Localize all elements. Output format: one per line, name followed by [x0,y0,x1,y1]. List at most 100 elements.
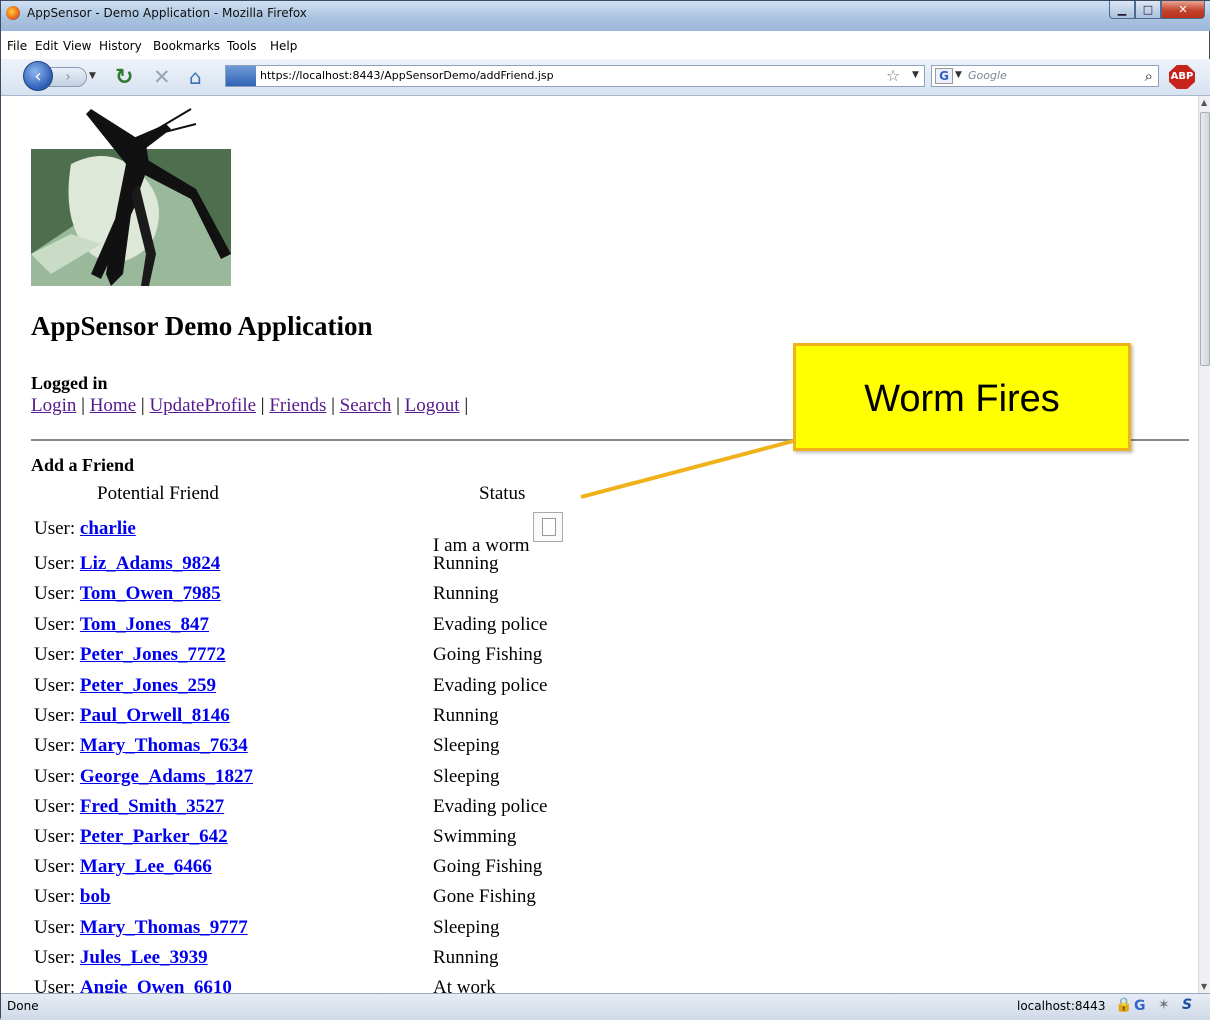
friend-link[interactable]: Peter_Jones_7772 [80,644,226,665]
friend-link[interactable]: Mary_Lee_6466 [80,856,212,877]
user-cell: User: Tom_Jones_847 [34,614,209,636]
status-host: localhost:8443 [1017,999,1106,1013]
menu-bookmarks[interactable]: Bookmarks [153,39,220,53]
column-header-status: Status [479,483,526,504]
friend-link[interactable]: Fred_Smith_3527 [80,796,224,817]
search-bar[interactable]: G ▼ Google ⌕ [931,65,1159,87]
friend-link[interactable]: Tom_Owen_7985 [80,583,221,604]
home-link[interactable]: Home [90,395,136,416]
friend-link[interactable]: charlie [80,518,136,539]
status-text: Running [433,947,499,968]
forward-button[interactable]: › [49,67,87,87]
user-prefix: User: [34,518,80,539]
user-prefix: User: [34,735,80,756]
logout-link[interactable]: Logout [405,395,460,416]
status-text: At work [433,977,496,993]
addon-icon[interactable]: S [1182,997,1192,1013]
login-link[interactable]: Login [31,395,76,416]
friend-link[interactable]: Liz_Adams_9824 [80,553,220,574]
user-prefix: User: [34,947,80,968]
menu-tools[interactable]: Tools [227,39,257,53]
url-dropdown-icon[interactable]: ▼ [912,70,919,80]
table-row: User: Tom_Jones_847 Evading police [34,614,734,644]
page-content: AppSensor Demo Application Logged in Log… [11,96,1198,993]
user-cell: User: Mary_Thomas_7634 [34,735,248,757]
user-prefix: User: [34,644,80,665]
friends-link[interactable]: Friends [269,395,326,416]
user-prefix: User: [34,977,80,993]
table-row: User: Mary_Thomas_9777 Sleeping [34,917,734,947]
lock-icon[interactable]: 🔒 [1115,997,1132,1013]
gmail-icon[interactable]: G [1134,998,1146,1014]
scroll-up-icon[interactable]: ▲ [1201,98,1207,107]
table-row: User: charlie I am a worm [34,512,734,556]
user-prefix: User: [34,614,80,635]
user-cell: User: Peter_Parker_642 [34,826,228,848]
menu-edit[interactable]: Edit [35,39,58,53]
search-link[interactable]: Search [340,395,392,416]
user-cell: User: Fred_Smith_3527 [34,796,224,818]
user-cell: User: Angie_Owen_6610 [34,977,232,993]
friend-link[interactable]: George_Adams_1827 [80,766,253,787]
table-row: User: bob Gone Fishing [34,886,734,916]
search-input[interactable]: Google [968,69,1007,82]
status-text: Running [433,705,499,726]
user-prefix: User: [34,826,80,847]
status-text: Running [433,583,499,604]
user-prefix: User: [34,917,80,938]
table-row: User: Liz_Adams_9824 Running [34,553,734,583]
search-engine-dropdown-icon[interactable]: ▼ [955,70,962,80]
user-cell: User: Peter_Jones_259 [34,675,216,697]
menu-help[interactable]: Help [270,39,297,53]
search-icon[interactable]: ⌕ [1145,67,1153,85]
menu-file[interactable]: File [7,39,27,53]
section-title: Add a Friend [31,455,135,475]
browser-window: AppSensor - Demo Application - Mozilla F… [0,0,1210,1020]
friend-link[interactable]: Mary_Thomas_7634 [80,735,248,756]
back-button[interactable]: ‹ [23,61,53,91]
table-row: User: Paul_Orwell_8146 Running [34,705,734,735]
reload-icon[interactable]: ↻ [115,65,133,90]
url-text[interactable]: https://localhost:8443/AppSensorDemo/add… [260,69,554,82]
stop-icon[interactable]: ✕ [153,65,171,89]
status-text: Evading police [433,675,548,696]
user-prefix: User: [34,796,80,817]
logo-image [31,108,231,286]
friend-link[interactable]: bob [80,886,111,907]
user-cell: User: George_Adams_1827 [34,766,253,788]
friend-link[interactable]: Paul_Orwell_8146 [80,705,230,726]
history-dropdown-icon[interactable]: ▼ [89,71,96,81]
table-row: User: Fred_Smith_3527 Evading police [34,796,734,826]
status-text: Done [7,999,39,1013]
address-bar[interactable]: https://localhost:8443/AppSensorDemo/add… [225,65,925,87]
maximize-button[interactable]: □ [1135,1,1161,19]
status-bar: Done localhost:8443 🔒 G ✶ S [1,993,1210,1020]
scrollbar-thumb[interactable] [1200,112,1210,366]
table-row: User: Mary_Lee_6466 Going Fishing [34,856,734,886]
friend-link[interactable]: Tom_Jones_847 [80,614,209,635]
friend-link[interactable]: Mary_Thomas_9777 [80,917,248,938]
friend-link[interactable]: Peter_Parker_642 [80,826,228,847]
vertical-scrollbar[interactable]: ▲ ▼ [1198,96,1210,993]
minimize-button[interactable]: ▁ [1109,1,1135,19]
close-button[interactable]: ✕ [1161,1,1205,19]
column-header-friend: Potential Friend [97,483,219,504]
menu-view[interactable]: View [63,39,91,53]
adblock-icon[interactable]: ABP [1169,65,1195,89]
user-prefix: User: [34,553,80,574]
friend-link[interactable]: Jules_Lee_3939 [80,947,208,968]
scroll-down-icon[interactable]: ▼ [1201,982,1207,991]
menu-history[interactable]: History [99,39,142,53]
friend-link[interactable]: Angie_Owen_6610 [80,977,232,993]
site-identity-icon[interactable] [226,66,256,86]
user-cell: User: Paul_Orwell_8146 [34,705,230,727]
update-profile-link[interactable]: UpdateProfile [149,395,256,416]
home-icon[interactable]: ⌂ [189,65,202,89]
table-row: User: Peter_Jones_7772 Going Fishing [34,644,734,674]
bookmark-star-icon[interactable]: ☆ [886,66,900,85]
menu-bar: File Edit View History Bookmarks Tools H… [1,39,1210,59]
tools-icon[interactable]: ✶ [1158,997,1170,1013]
friend-link[interactable]: Peter_Jones_259 [80,675,216,696]
search-engine-icon[interactable]: G [935,68,953,84]
table-row: User: Tom_Owen_7985 Running [34,583,734,613]
